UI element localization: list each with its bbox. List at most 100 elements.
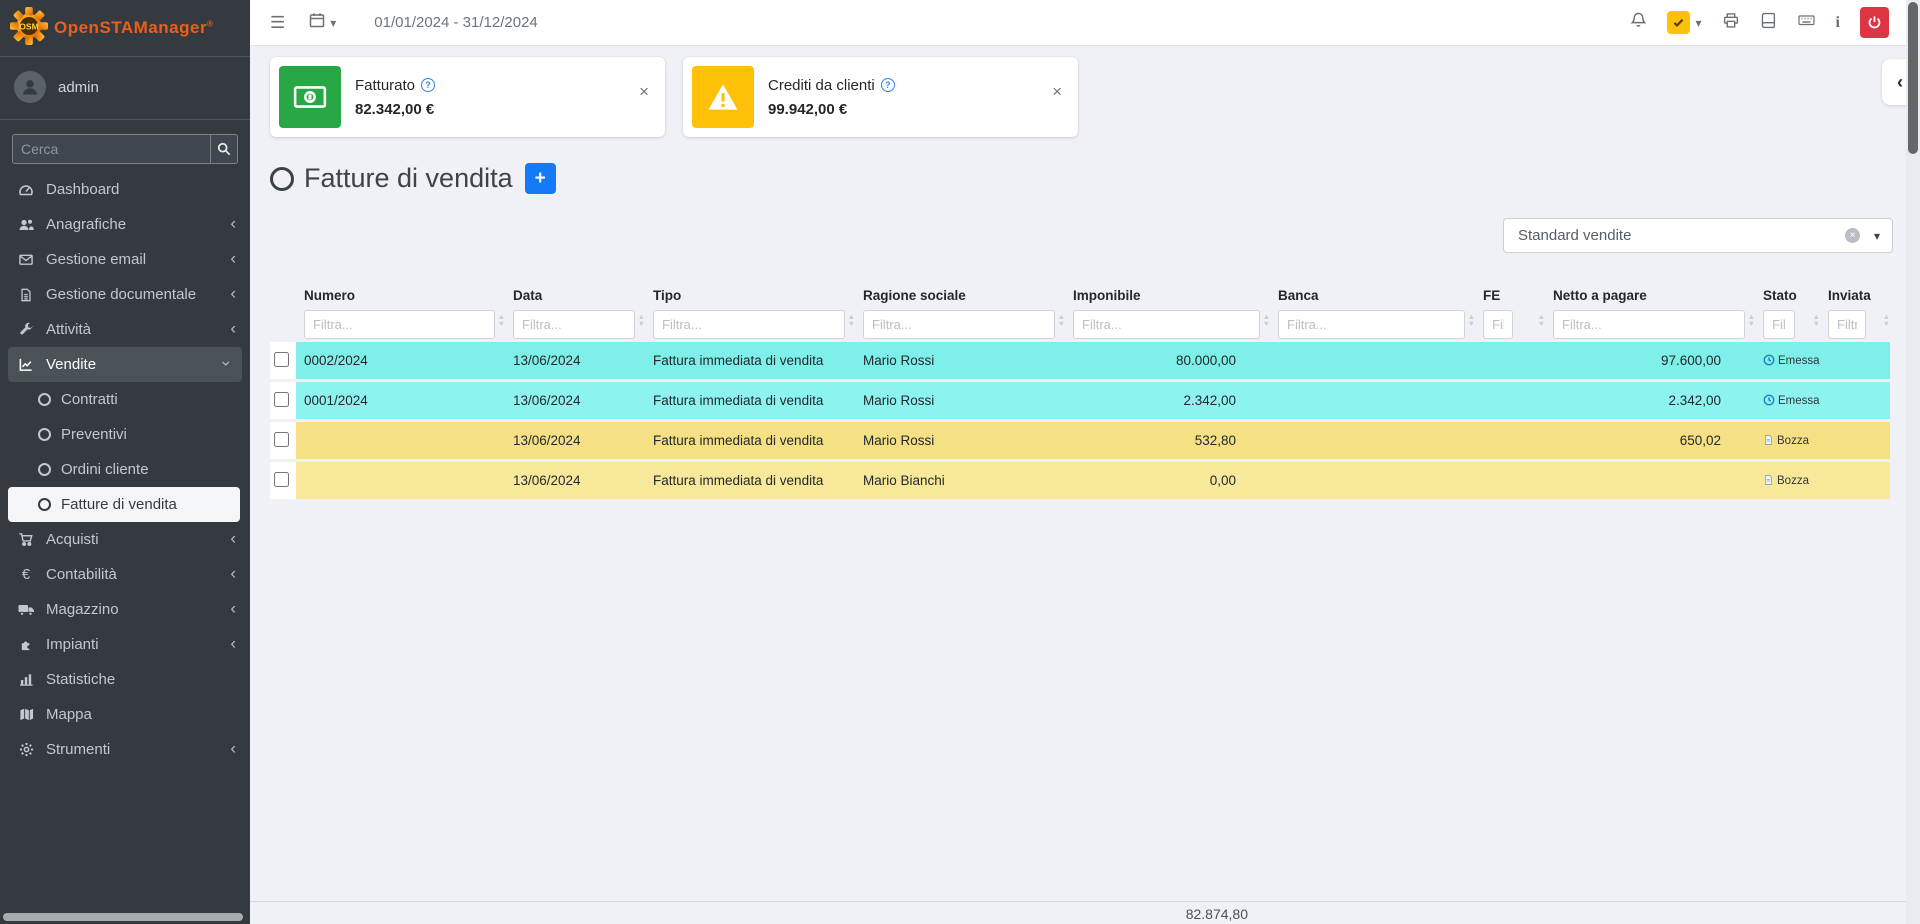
filter-numero-input[interactable] [304, 310, 495, 339]
segment-select-value: Standard vendite [1518, 227, 1631, 244]
sidebar-item-acquisti[interactable]: Acquisti [0, 522, 250, 557]
add-invoice-button[interactable] [525, 163, 556, 194]
sort-icons[interactable] [638, 314, 645, 327]
euro-icon: € [16, 566, 36, 583]
segment-select[interactable]: Standard vendite [1503, 218, 1893, 253]
row-checkbox[interactable] [274, 352, 289, 367]
filter-data-input[interactable] [513, 310, 635, 339]
chevron-left-icon [230, 738, 236, 758]
filter-inviata-input[interactable] [1828, 310, 1866, 339]
page-title: Fatture di vendita [304, 163, 513, 194]
invoice-row[interactable]: 13/06/2024 Fattura immediata di vendita … [270, 422, 1890, 459]
col-banca[interactable]: Banca [1270, 286, 1475, 339]
filter-imponibile-input[interactable] [1073, 310, 1260, 339]
sidebar-item-magazzino[interactable]: Magazzino [0, 592, 250, 627]
filter-banca-input[interactable] [1278, 310, 1465, 339]
chevron-left-icon [230, 633, 236, 653]
circle-icon [38, 393, 51, 406]
filter-ragione-input[interactable] [863, 310, 1055, 339]
check-square-icon[interactable] [1667, 11, 1690, 34]
keyboard-icon[interactable] [1797, 12, 1816, 33]
sidebar-item-contabilita[interactable]: € Contabilità [0, 557, 250, 592]
sidebar-item-gestione-email[interactable]: Gestione email [0, 242, 250, 277]
caret-down-icon[interactable] [1696, 14, 1702, 32]
sort-icons[interactable] [1883, 314, 1890, 327]
clock-icon [1763, 394, 1775, 406]
col-inviata[interactable]: Inviata [1820, 286, 1890, 339]
sidebar-item-statistiche[interactable]: Statistiche [0, 662, 250, 697]
sidebar-item-strumenti[interactable]: Strumenti [0, 732, 250, 767]
col-stato[interactable]: Stato [1755, 286, 1820, 339]
caret-down-icon [330, 14, 336, 32]
help-icon[interactable] [881, 78, 895, 92]
sidebar-item-attivita[interactable]: Attività [0, 312, 250, 347]
date-range-picker[interactable] [309, 12, 336, 33]
sort-icons[interactable] [1538, 314, 1545, 327]
close-icon[interactable] [639, 83, 649, 100]
sort-icons[interactable] [1058, 314, 1065, 327]
invoice-row[interactable]: 0001/2024 13/06/2024 Fattura immediata d… [270, 382, 1890, 419]
filter-stato-input[interactable] [1763, 310, 1795, 339]
sidebar-item-impianti[interactable]: Impianti [0, 627, 250, 662]
close-icon[interactable] [1052, 83, 1062, 100]
search-icon[interactable] [210, 134, 238, 164]
vertical-scrollbar[interactable] [1906, 0, 1920, 924]
vertical-scrollbar-thumb[interactable] [1908, 2, 1918, 154]
sidebar-item-gestione-documentale[interactable]: Gestione documentale [0, 277, 250, 312]
sidebar-item-preventivi[interactable]: Preventivi [0, 417, 250, 452]
sidebar-item-anagrafiche[interactable]: Anagrafiche [0, 207, 250, 242]
invoice-row[interactable]: 13/06/2024 Fattura immediata di vendita … [270, 462, 1890, 499]
filter-netto-input[interactable] [1553, 310, 1745, 339]
main-content: Fatturato 82.342,00 € Crediti da clienti… [250, 46, 1920, 924]
sidebar-search [12, 134, 238, 164]
sort-icons[interactable] [848, 314, 855, 327]
col-data[interactable]: Data [505, 286, 645, 339]
invoice-row[interactable]: 0002/2024 13/06/2024 Fattura immediata d… [270, 342, 1890, 379]
sort-icons[interactable] [1748, 314, 1755, 327]
user-panel[interactable]: admin [0, 57, 250, 120]
filter-tipo-input[interactable] [653, 310, 845, 339]
sidebar-item-mappa[interactable]: Mappa [0, 697, 250, 732]
filter-fe-input[interactable] [1483, 310, 1513, 339]
notifications-bell-icon[interactable] [1630, 11, 1647, 34]
caret-down-icon [1874, 229, 1880, 243]
sidebar-item-vendite[interactable]: Vendite [8, 347, 242, 382]
date-range-label: 01/01/2024 - 31/12/2024 [374, 14, 537, 31]
col-ragione-sociale[interactable]: Ragione sociale [855, 286, 1065, 339]
chevron-left-icon [1897, 72, 1903, 93]
sidebar-item-ordini-cliente[interactable]: Ordini cliente [0, 452, 250, 487]
col-fe[interactable]: FE [1475, 286, 1545, 339]
col-tipo[interactable]: Tipo [645, 286, 855, 339]
print-icon[interactable] [1722, 12, 1740, 34]
status-badge: Emessa [1755, 342, 1820, 379]
clear-selection-icon[interactable] [1845, 228, 1860, 243]
sidebar-item-contratti[interactable]: Contratti [0, 382, 250, 417]
search-input[interactable] [12, 134, 210, 164]
logout-power-button[interactable] [1860, 7, 1889, 38]
row-checkbox[interactable] [274, 392, 289, 407]
sort-icons[interactable] [1468, 314, 1475, 327]
chevron-left-icon [230, 248, 236, 268]
sort-icons[interactable] [1813, 314, 1820, 327]
book-icon[interactable] [1760, 12, 1777, 34]
sort-icons[interactable] [498, 314, 505, 327]
imponibile-total: 82.874,80 [270, 906, 1248, 922]
hamburger-menu-icon[interactable] [270, 13, 285, 33]
truck-icon [16, 603, 36, 617]
file-icon [16, 287, 36, 303]
row-checkbox[interactable] [274, 472, 289, 487]
row-checkbox[interactable] [274, 432, 289, 447]
col-numero[interactable]: Numero [296, 286, 505, 339]
col-netto-a-pagare[interactable]: Netto a pagare [1545, 286, 1755, 339]
sidebar-horizontal-scrollbar[interactable] [3, 913, 243, 921]
sidebar-item-dashboard[interactable]: Dashboard [0, 172, 250, 207]
info-icon[interactable] [1836, 14, 1840, 32]
brand[interactable]: OSM OpenSTAManager® [0, 0, 250, 57]
puzzle-icon [16, 637, 36, 652]
tachometer-icon [16, 182, 36, 198]
sort-icons[interactable] [1263, 314, 1270, 327]
sidebar-item-fatture-di-vendita[interactable]: Fatture di vendita [8, 487, 240, 522]
help-icon[interactable] [421, 78, 435, 92]
chevron-left-icon [230, 563, 236, 583]
col-imponibile[interactable]: Imponibile [1065, 286, 1270, 339]
